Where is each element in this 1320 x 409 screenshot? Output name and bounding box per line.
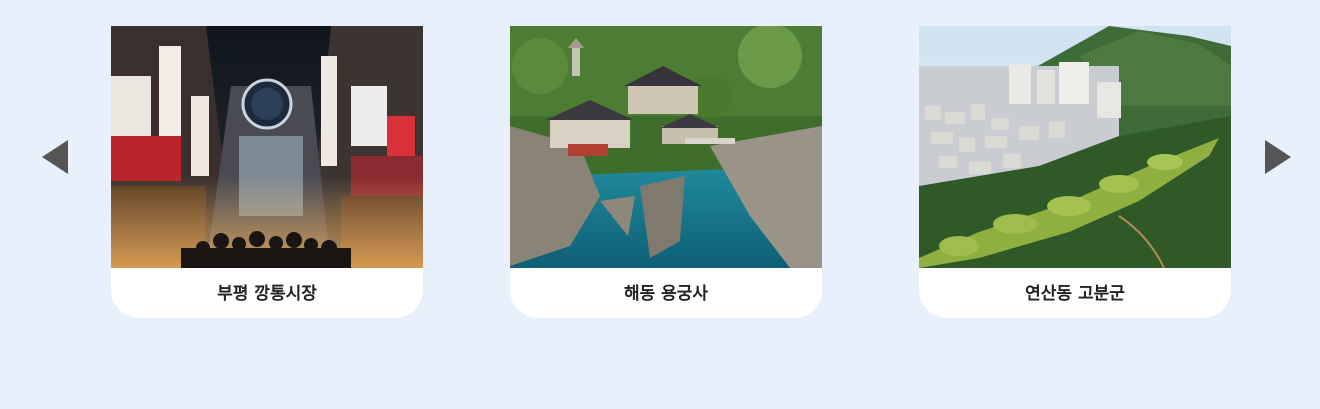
card-caption: 부평 깡통시장 xyxy=(217,284,317,304)
photo-seaside-temple xyxy=(510,26,822,268)
carousel-next-arrow-icon[interactable] xyxy=(1265,140,1291,174)
photo-ancient-tombs-city xyxy=(919,26,1231,268)
carousel-prev-arrow-icon[interactable] xyxy=(42,140,68,174)
card-haedong-yonggungsa[interactable]: 해동 용궁사 xyxy=(510,26,822,318)
photo-night-market-street xyxy=(111,26,423,268)
card-caption: 연산동 고분군 xyxy=(1025,284,1125,304)
card-caption: 해동 용궁사 xyxy=(623,284,709,304)
card-bupyeong-kkangtong-market[interactable]: 부평 깡통시장 xyxy=(111,26,423,318)
card-yeonsan-dong-tombs[interactable]: 연산동 고분군 xyxy=(919,26,1231,318)
